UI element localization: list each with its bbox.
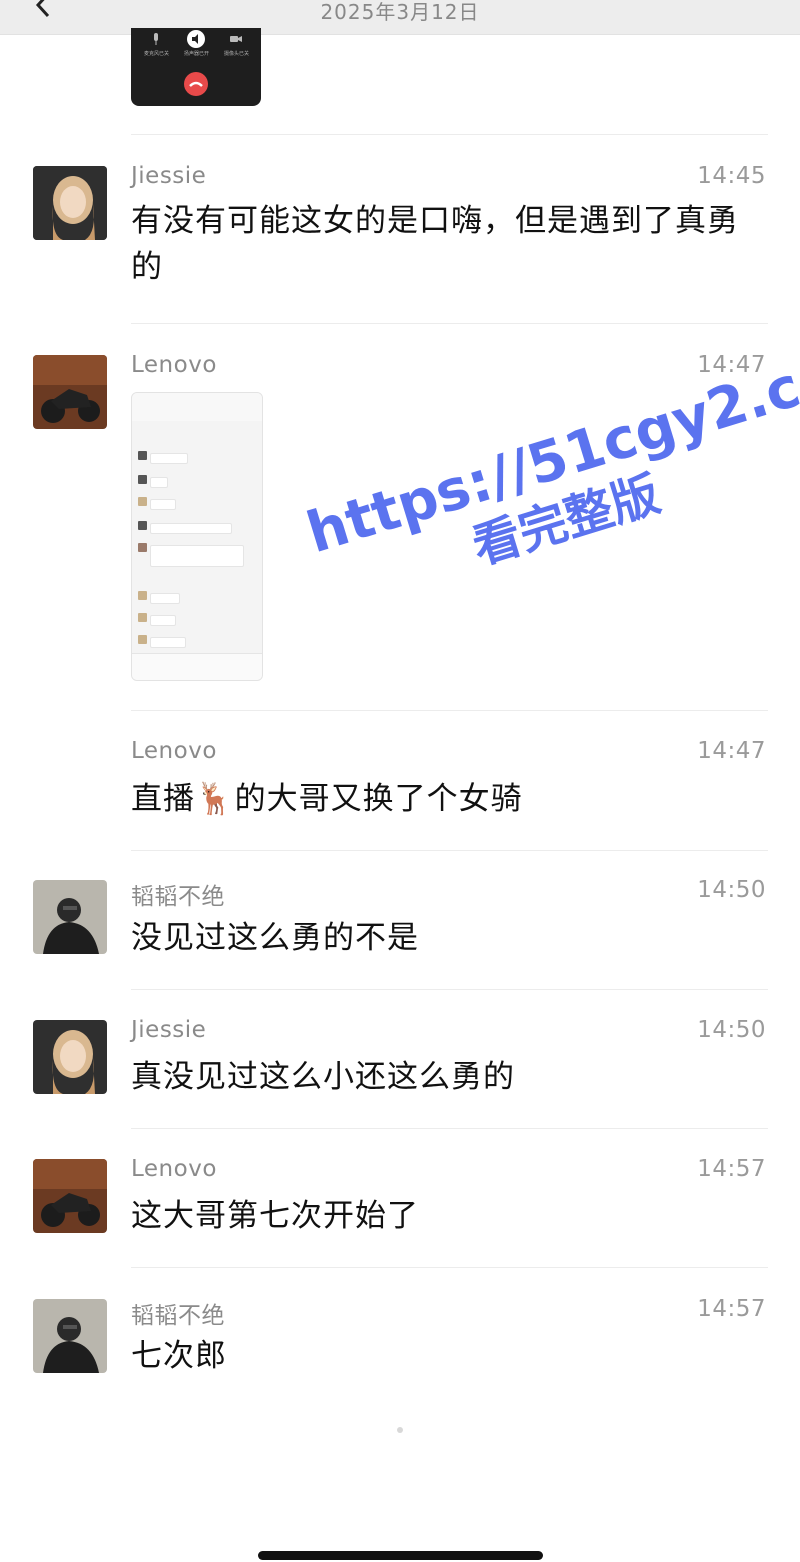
sender-name: 韬韬不绝	[131, 884, 225, 910]
camera-icon	[227, 30, 245, 48]
message-time: 14:57	[697, 1156, 766, 1182]
screenshot-avatar	[138, 591, 147, 600]
camera-label: 摄像头已关	[224, 51, 250, 57]
divider	[131, 1128, 768, 1129]
message-text: 没见过这么勇的不是	[131, 920, 419, 956]
avatar[interactable]	[33, 355, 107, 429]
screenshot-avatar	[138, 521, 147, 530]
speaker-label: 扬声器已开	[184, 51, 210, 57]
mic-off-icon	[147, 30, 165, 48]
screenshot-bubble	[150, 477, 168, 488]
sender-name: 韬韬不绝	[131, 1303, 225, 1329]
screenshot-input-bar	[132, 653, 262, 680]
message-time: 14:50	[697, 1017, 766, 1043]
screenshot-avatar	[138, 451, 147, 460]
video-call-card[interactable]: 麦克风已关 扬声器已开 摄像头已关	[131, 28, 261, 106]
screenshot-avatar	[138, 543, 147, 552]
divider	[131, 1267, 768, 1268]
screenshot-bubble	[150, 637, 186, 648]
screenshot-bubble	[150, 545, 244, 567]
screenshot-bubble	[150, 499, 176, 510]
avatar[interactable]	[33, 1299, 107, 1373]
message-text: 七次郎	[131, 1338, 227, 1374]
divider	[131, 989, 768, 990]
avatar[interactable]	[33, 1020, 107, 1094]
message-text: 直播🦌的大哥又换了个女骑	[131, 781, 523, 817]
screenshot-bubble	[150, 523, 232, 534]
screenshot-avatar	[138, 475, 147, 484]
sender-name: Jiessie	[131, 1017, 207, 1043]
date-label: 2025年3月12日	[320, 0, 480, 24]
screenshot-avatar	[138, 635, 147, 644]
divider	[131, 850, 768, 851]
message-text: 真没见过这么小还这么勇的	[131, 1059, 515, 1095]
divider	[131, 134, 768, 135]
mic-label: 麦克风已关	[144, 51, 170, 57]
message-text: 这大哥第七次开始了	[131, 1198, 419, 1234]
avatar[interactable]	[33, 880, 107, 954]
sender-name: Jiessie	[131, 163, 207, 189]
screenshot-bubble	[150, 615, 176, 626]
message-time: 14:45	[697, 163, 766, 189]
page-indicator-dot	[397, 1427, 403, 1433]
chat-screenshot-image[interactable]	[131, 392, 263, 681]
speaker-icon	[187, 30, 205, 48]
home-indicator[interactable]	[258, 1551, 543, 1560]
divider	[131, 323, 768, 324]
message-time: 14:50	[697, 877, 766, 903]
avatar[interactable]	[33, 1159, 107, 1233]
divider	[131, 710, 768, 711]
screenshot-header	[132, 393, 262, 421]
watermark-overlay: https://51cgy2.com 看完整版	[300, 326, 800, 696]
message-text: 有没有可能这女的是口嗨，但是遇到了真勇的	[131, 203, 739, 285]
top-bar: 2025年3月12日	[0, 0, 800, 35]
screenshot-avatar	[138, 497, 147, 506]
sender-name: Lenovo	[131, 738, 217, 764]
screenshot-avatar	[138, 613, 147, 622]
avatar[interactable]	[33, 166, 107, 240]
sender-name: Lenovo	[131, 1156, 217, 1182]
sender-name: Lenovo	[131, 352, 217, 378]
message-time: 14:57	[697, 1296, 766, 1322]
hangup-icon[interactable]	[184, 72, 208, 96]
screenshot-bubble	[150, 593, 180, 604]
message-time: 14:47	[697, 738, 766, 764]
screenshot-bubble	[150, 453, 188, 464]
